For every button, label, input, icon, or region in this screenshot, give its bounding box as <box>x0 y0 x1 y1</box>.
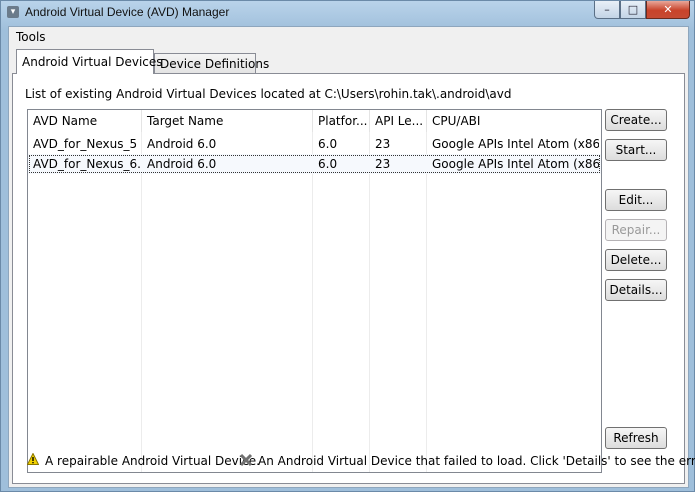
column-divider <box>312 132 313 472</box>
col-header-platform[interactable]: Platfor... <box>313 110 370 132</box>
col-header-cpu-abi[interactable]: CPU/ABI <box>427 110 601 132</box>
column-divider <box>141 132 142 472</box>
cell-platform: 6.0 <box>318 137 338 151</box>
column-divider <box>426 132 427 472</box>
cell-api-level: 23 <box>375 157 391 171</box>
cell-avd-name: AVD_for_Nexus_6... <box>33 157 141 171</box>
menu-tools[interactable]: Tools <box>14 30 48 44</box>
cell-api-level: 23 <box>375 137 391 151</box>
col-header-api-level[interactable]: API Le... <box>370 110 427 132</box>
create-button[interactable]: Create... <box>605 109 667 131</box>
client-area: Tools Android Virtual Devices Device Def… <box>8 26 695 488</box>
cell-cpu-abi: Google APIs Intel Atom (x86) <box>432 137 599 151</box>
x-icon <box>239 453 253 470</box>
col-header-target-name[interactable]: Target Name <box>142 110 313 132</box>
cell-cpu-abi: Google APIs Intel Atom (x86) <box>432 157 599 171</box>
col-header-avd-name[interactable]: AVD Name <box>28 110 142 132</box>
table-header: AVD Name Target Name Platfor... API Le..… <box>28 110 601 132</box>
cell-platform: 6.0 <box>318 157 338 171</box>
table-row[interactable]: AVD_for_Nexus_5 Android 6.0 6.0 23 Googl… <box>28 134 601 154</box>
warning-icon <box>26 452 40 468</box>
edit-button[interactable]: Edit... <box>605 189 667 211</box>
tab-device-definitions[interactable]: Device Definitions <box>154 53 269 73</box>
cell-avd-name: AVD_for_Nexus_5 <box>33 137 138 151</box>
refresh-button[interactable]: Refresh <box>605 427 667 449</box>
avd-table[interactable]: AVD Name Target Name Platfor... API Le..… <box>27 109 602 473</box>
column-divider <box>369 132 370 472</box>
warning-legend-text: A repairable Android Virtual Device. <box>45 454 260 468</box>
avd-manager-window: ▾ Android Virtual Device (AVD) Manager –… <box>0 0 695 492</box>
window-title: Android Virtual Device (AVD) Manager <box>25 5 230 19</box>
legend-bar: A repairable Android Virtual Device. An … <box>21 450 695 474</box>
table-row-selected[interactable]: AVD_for_Nexus_6... Android 6.0 6.0 23 Go… <box>28 154 601 174</box>
maximize-button[interactable]: □ <box>620 1 646 19</box>
close-button[interactable]: ✕ <box>646 1 690 19</box>
details-button[interactable]: Details... <box>605 279 667 301</box>
cell-target-name: Android 6.0 <box>147 157 217 171</box>
tab-panel: List of existing Android Virtual Devices… <box>12 73 695 484</box>
tab-android-virtual-devices[interactable]: Android Virtual Devices <box>16 49 163 74</box>
title-bar[interactable]: ▾ Android Virtual Device (AVD) Manager –… <box>1 1 694 25</box>
avd-location-label: List of existing Android Virtual Devices… <box>25 87 512 101</box>
error-legend-text: An Android Virtual Device that failed to… <box>258 454 695 468</box>
minimize-button[interactable]: – <box>594 1 620 19</box>
window-controls: – □ ✕ <box>594 1 690 19</box>
delete-button[interactable]: Delete... <box>605 249 667 271</box>
repair-button[interactable]: Repair... <box>605 219 667 241</box>
app-icon[interactable]: ▾ <box>7 6 19 18</box>
cell-target-name: Android 6.0 <box>147 137 217 151</box>
menu-bar: Tools <box>9 27 688 47</box>
start-button[interactable]: Start... <box>605 139 667 161</box>
